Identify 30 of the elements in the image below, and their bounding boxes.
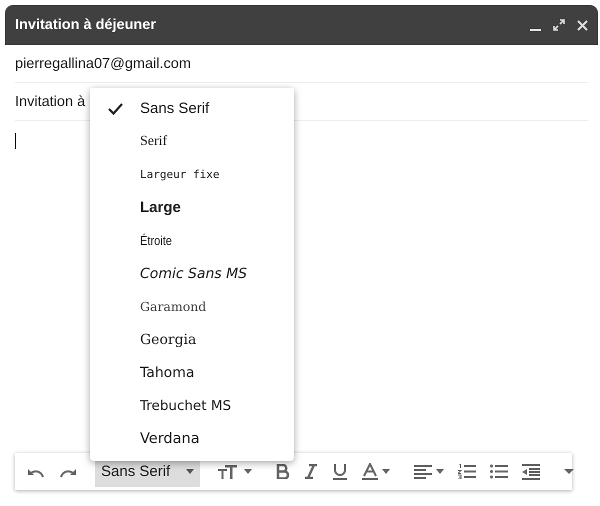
font-option[interactable]: Serif [90,125,294,158]
font-option[interactable]: Comic Sans MS [90,257,294,290]
expand-icon[interactable] [553,19,565,31]
font-option[interactable]: Georgia [90,323,294,356]
numbered-list-icon [458,464,476,479]
font-option[interactable]: Sans Serif [90,92,294,125]
font-option[interactable]: Garamond [90,290,294,323]
bulleted-list-icon [490,464,508,479]
window-title: Invitation à déjeuner [15,17,157,33]
italic-icon [304,464,318,479]
caret-icon [436,469,444,474]
text-cursor [15,133,16,149]
font-option[interactable]: Large [90,191,294,224]
close-icon[interactable] [577,20,588,30]
font-option[interactable]: Verdana [90,422,294,455]
font-option[interactable]: Largeur fixe [90,158,294,191]
recipient-field[interactable]: pierregallina07@gmail.com [15,56,191,72]
align-icon [414,464,432,478]
underline-icon [332,463,348,480]
font-option[interactable]: Trebuchet MS [90,389,294,422]
font-option[interactable]: Tahoma [90,356,294,389]
text-color-icon [362,463,378,480]
font-option[interactable]: Étroite [90,224,294,257]
indent-less-icon [522,464,540,480]
caret-icon [382,469,390,474]
caret-icon [244,469,252,474]
subject-field[interactable]: Invitation à [15,94,86,110]
caret-icon [186,469,194,474]
bold-icon [276,464,290,479]
caret-icon [564,469,574,474]
